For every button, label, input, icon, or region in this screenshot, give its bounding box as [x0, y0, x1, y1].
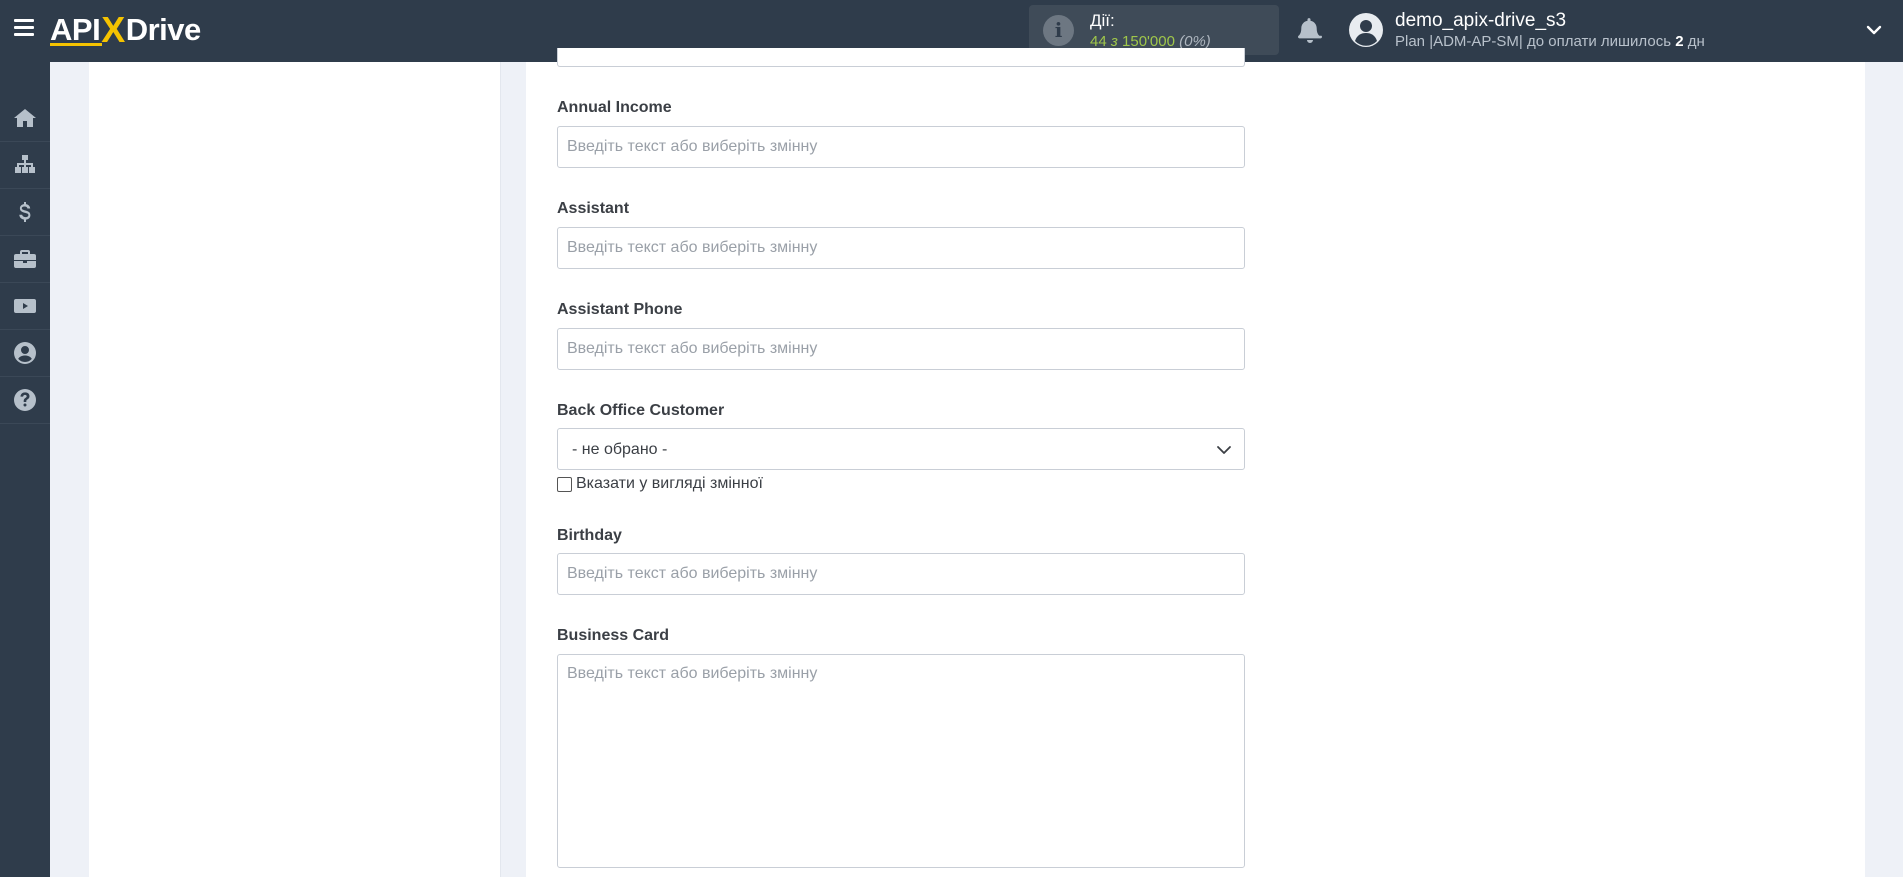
business-card-label: Business Card — [557, 627, 670, 644]
apix-drive-logo[interactable]: API X Drive — [50, 9, 202, 50]
user-plan: Plan |ADM-AP-SM| до оплати лишилось 2 дн — [1395, 33, 1705, 50]
info-icon: i — [1043, 15, 1074, 46]
assistant-label: Assistant — [557, 200, 630, 217]
plan-suffix: дн — [1683, 33, 1705, 50]
back-office-customer-select[interactable]: - не обрано - — [557, 428, 1245, 470]
as-variable-checkbox[interactable] — [557, 476, 572, 492]
annual-income-input[interactable] — [557, 126, 1245, 168]
question-circle-icon — [14, 389, 36, 411]
sitemap-icon — [15, 155, 35, 173]
sidebar-item-account[interactable] — [0, 330, 50, 377]
sidebar — [0, 62, 50, 877]
sidebar-item-services[interactable] — [0, 236, 50, 283]
birthday-label: Birthday — [557, 527, 622, 544]
sidebar-item-connections[interactable] — [0, 142, 50, 189]
dollar-icon — [19, 202, 31, 222]
briefcase-icon — [14, 250, 36, 268]
left-panel — [89, 62, 501, 877]
assistant-input[interactable] — [557, 227, 1245, 269]
user-circle-icon — [14, 342, 36, 364]
user-name[interactable]: demo_apix-drive_s3 — [1395, 10, 1566, 32]
assistant-phone-label: Assistant Phone — [557, 301, 683, 318]
plan-text: Plan |ADM-AP-SM| до оплати лишилось — [1395, 33, 1676, 50]
plan-days: 2 — [1675, 33, 1684, 50]
bell-icon[interactable] — [1298, 16, 1322, 44]
actions-label: Дії: — [1090, 11, 1115, 30]
assistant-phone-input[interactable] — [557, 328, 1245, 370]
previous-field-input[interactable] — [557, 48, 1245, 67]
youtube-icon — [14, 299, 36, 313]
as-variable-row: Вказати у вигляді змінної — [557, 475, 763, 493]
sidebar-item-help[interactable] — [0, 377, 50, 424]
home-icon — [14, 109, 36, 127]
as-variable-label[interactable]: Вказати у вигляді змінної — [576, 475, 763, 493]
sidebar-item-video[interactable] — [0, 283, 50, 330]
logo-text-right: Drive — [125, 12, 202, 47]
annual-income-label: Annual Income — [557, 99, 672, 116]
business-card-textarea[interactable] — [557, 654, 1245, 868]
back-office-customer-label: Back Office Customer — [557, 402, 725, 419]
chevron-down-icon — [1217, 446, 1231, 454]
select-value: - не обрано - — [572, 441, 668, 458]
chevron-down-icon[interactable] — [1866, 22, 1882, 38]
user-avatar-icon[interactable] — [1349, 13, 1383, 47]
logo-underline — [50, 43, 102, 46]
menu-icon[interactable] — [14, 19, 34, 37]
logo-text-x: X — [101, 9, 125, 50]
sidebar-item-home[interactable] — [0, 95, 50, 142]
sidebar-item-billing[interactable] — [0, 189, 50, 236]
birthday-input[interactable] — [557, 553, 1245, 595]
